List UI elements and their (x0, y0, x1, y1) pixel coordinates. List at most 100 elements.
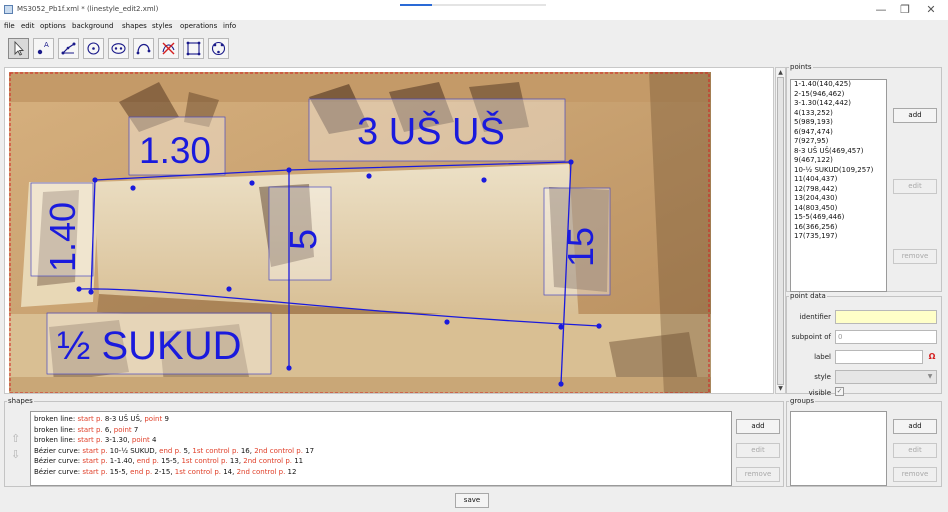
style-select[interactable]: ▼ (835, 370, 937, 384)
remove-point-button[interactable]: remove (893, 249, 937, 264)
ellipse-tool-button[interactable] (108, 38, 129, 59)
point-marker[interactable] (596, 323, 602, 329)
identifier-input[interactable] (835, 310, 937, 324)
shape-list-item[interactable]: Bézier curve: start p. 10-½ SUKUD, end p… (31, 446, 731, 457)
edit-shape-button[interactable]: edit (736, 443, 780, 458)
move-up-arrow-icon[interactable]: ⇧ (11, 433, 23, 445)
points-list[interactable]: 1-1.40(140,425) 2-15(946,462) 3-1.30(142,4… (790, 79, 887, 292)
point-list-item[interactable]: 4(133,252) (791, 109, 886, 119)
point-marker[interactable] (568, 159, 574, 165)
add-point-tool-button[interactable]: A (33, 38, 54, 59)
shape-list-item[interactable]: broken line: start p. 8-3 UŠ UŠ, point 9 (31, 414, 731, 425)
point-list-item[interactable]: 10-½ SUKUD(109,257) (791, 166, 886, 176)
point-list-item[interactable]: 13(204,430) (791, 194, 886, 204)
shape-param-value: Bézier curve: (34, 467, 83, 476)
point-list-item[interactable]: 6(947,474) (791, 128, 886, 138)
menu-file[interactable]: file (4, 20, 15, 32)
menu-operations[interactable]: operations (180, 20, 217, 32)
point-list-item[interactable]: 3-1.30(142,442) (791, 99, 886, 109)
shape-list-item[interactable]: Bézier curve: start p. 15-5, end p. 2-15… (31, 467, 731, 478)
point-marker[interactable] (249, 180, 255, 186)
delete-tool-button[interactable] (158, 38, 179, 59)
point-marker[interactable] (286, 167, 292, 173)
overlay-label-3-us-us[interactable]: 3 UŠ UŠ (357, 109, 505, 153)
add-shape-button[interactable]: add (736, 419, 780, 434)
overlay-label-140[interactable]: 1.40 (42, 202, 83, 272)
menu-info[interactable]: info (223, 20, 236, 32)
point-list-item[interactable]: 7(927,95) (791, 137, 886, 147)
point-list-item[interactable]: 14(803,450) (791, 204, 886, 214)
point-list-item[interactable]: 8-3 UŠ UŠ(469,457) (791, 147, 886, 157)
point-list-item[interactable]: 9(467,122) (791, 156, 886, 166)
menu-background[interactable]: background (72, 20, 113, 32)
minimize-button[interactable]: — (872, 2, 890, 17)
svg-text:A: A (44, 41, 49, 49)
shapes-panel: shapes ⇧ ⇩ broken line: start p. 8-3 UŠ … (4, 397, 784, 487)
circle-icon (87, 42, 100, 55)
point-marker[interactable] (92, 177, 98, 183)
shape-param-value: 5, (181, 446, 193, 455)
shapes-list[interactable]: broken line: start p. 8-3 UŠ UŠ, point 9… (30, 411, 732, 486)
canvas-vertical-scrollbar[interactable]: ▲ ▼ (775, 67, 786, 394)
add-group-button[interactable]: add (893, 419, 937, 434)
groups-list[interactable] (790, 411, 887, 486)
ellipse-points-tool-button[interactable] (208, 38, 229, 59)
circle-tool-button[interactable] (83, 38, 104, 59)
tablet-photo[interactable]: 1.30 3 UŠ UŠ 1.40 5 15 ½ SUKUD (9, 72, 711, 394)
shape-param-label: 2nd control p. (243, 457, 292, 465)
menu-styles[interactable]: styles (152, 20, 172, 32)
style-label: style (814, 373, 831, 381)
add-point-button[interactable]: add (893, 108, 937, 123)
shape-param-value: Bézier curve: (34, 446, 83, 455)
point-list-item[interactable]: 5(989,193) (791, 118, 886, 128)
point-list-item[interactable]: 12(798,442) (791, 185, 886, 195)
shape-list-item[interactable]: Bézier curve: start p. 1-1.40, end p. 15… (31, 456, 731, 467)
point-marker[interactable] (76, 286, 82, 292)
shape-param-value: 17 (302, 446, 315, 455)
drawing-canvas[interactable]: 1.30 3 UŠ UŠ 1.40 5 15 ½ SUKUD (4, 67, 774, 394)
point-marker[interactable] (286, 365, 292, 371)
save-button[interactable]: save (455, 493, 489, 508)
menu-shapes[interactable]: shapes (122, 20, 147, 32)
menu-edit[interactable]: edit (21, 20, 34, 32)
scroll-up-arrow-icon[interactable]: ▲ (776, 68, 785, 77)
point-marker[interactable] (558, 381, 564, 387)
point-list-item[interactable]: 1-1.40(140,425) (791, 80, 886, 90)
point-marker[interactable] (558, 324, 564, 330)
point-list-item[interactable]: 2-15(946,462) (791, 90, 886, 100)
point-marker[interactable] (130, 185, 136, 191)
menu-options[interactable]: options (40, 20, 66, 32)
ellipse-points-icon (211, 41, 226, 56)
point-marker[interactable] (444, 319, 450, 325)
overlay-label-130[interactable]: 1.30 (139, 130, 211, 171)
point-marker[interactable] (481, 177, 487, 183)
visible-checkbox[interactable]: ✓ (835, 387, 844, 396)
point-list-item[interactable]: 11(404,437) (791, 175, 886, 185)
edit-group-button[interactable]: edit (893, 443, 937, 458)
point-marker[interactable] (366, 173, 372, 179)
remove-shape-button[interactable]: remove (736, 467, 780, 482)
subpoint-input[interactable]: 0 (835, 330, 937, 344)
move-down-arrow-icon[interactable]: ⇩ (11, 449, 23, 461)
point-marker[interactable] (226, 286, 232, 292)
point-list-item[interactable]: 17(735,197) (791, 232, 886, 242)
shape-param-value: 8-3 UŠ UŠ, (102, 415, 145, 423)
rectangle-tool-button[interactable] (183, 38, 204, 59)
label-input[interactable] (835, 350, 923, 364)
groups-legend: groups (790, 397, 814, 405)
special-character-icon[interactable]: Ω (926, 350, 938, 363)
remove-group-button[interactable]: remove (893, 467, 937, 482)
maximize-button[interactable]: ❐ (896, 2, 914, 17)
overlay-label-half-sukud[interactable]: ½ SUKUD (57, 324, 242, 368)
identifier-label: identifier (799, 313, 831, 321)
point-list-item[interactable]: 15-5(469,446) (791, 213, 886, 223)
select-tool-button[interactable] (8, 38, 29, 59)
broken-line-tool-button[interactable] (58, 38, 79, 59)
shape-list-item[interactable]: broken line: start p. 6, point 7 (31, 425, 731, 436)
point-list-item[interactable]: 16(366,256) (791, 223, 886, 233)
close-button[interactable]: ✕ (922, 2, 940, 17)
point-marker[interactable] (88, 289, 94, 295)
shape-list-item[interactable]: broken line: start p. 3-1.30, point 4 (31, 435, 731, 446)
edit-point-button[interactable]: edit (893, 179, 937, 194)
bezier-curve-tool-button[interactable] (133, 38, 154, 59)
